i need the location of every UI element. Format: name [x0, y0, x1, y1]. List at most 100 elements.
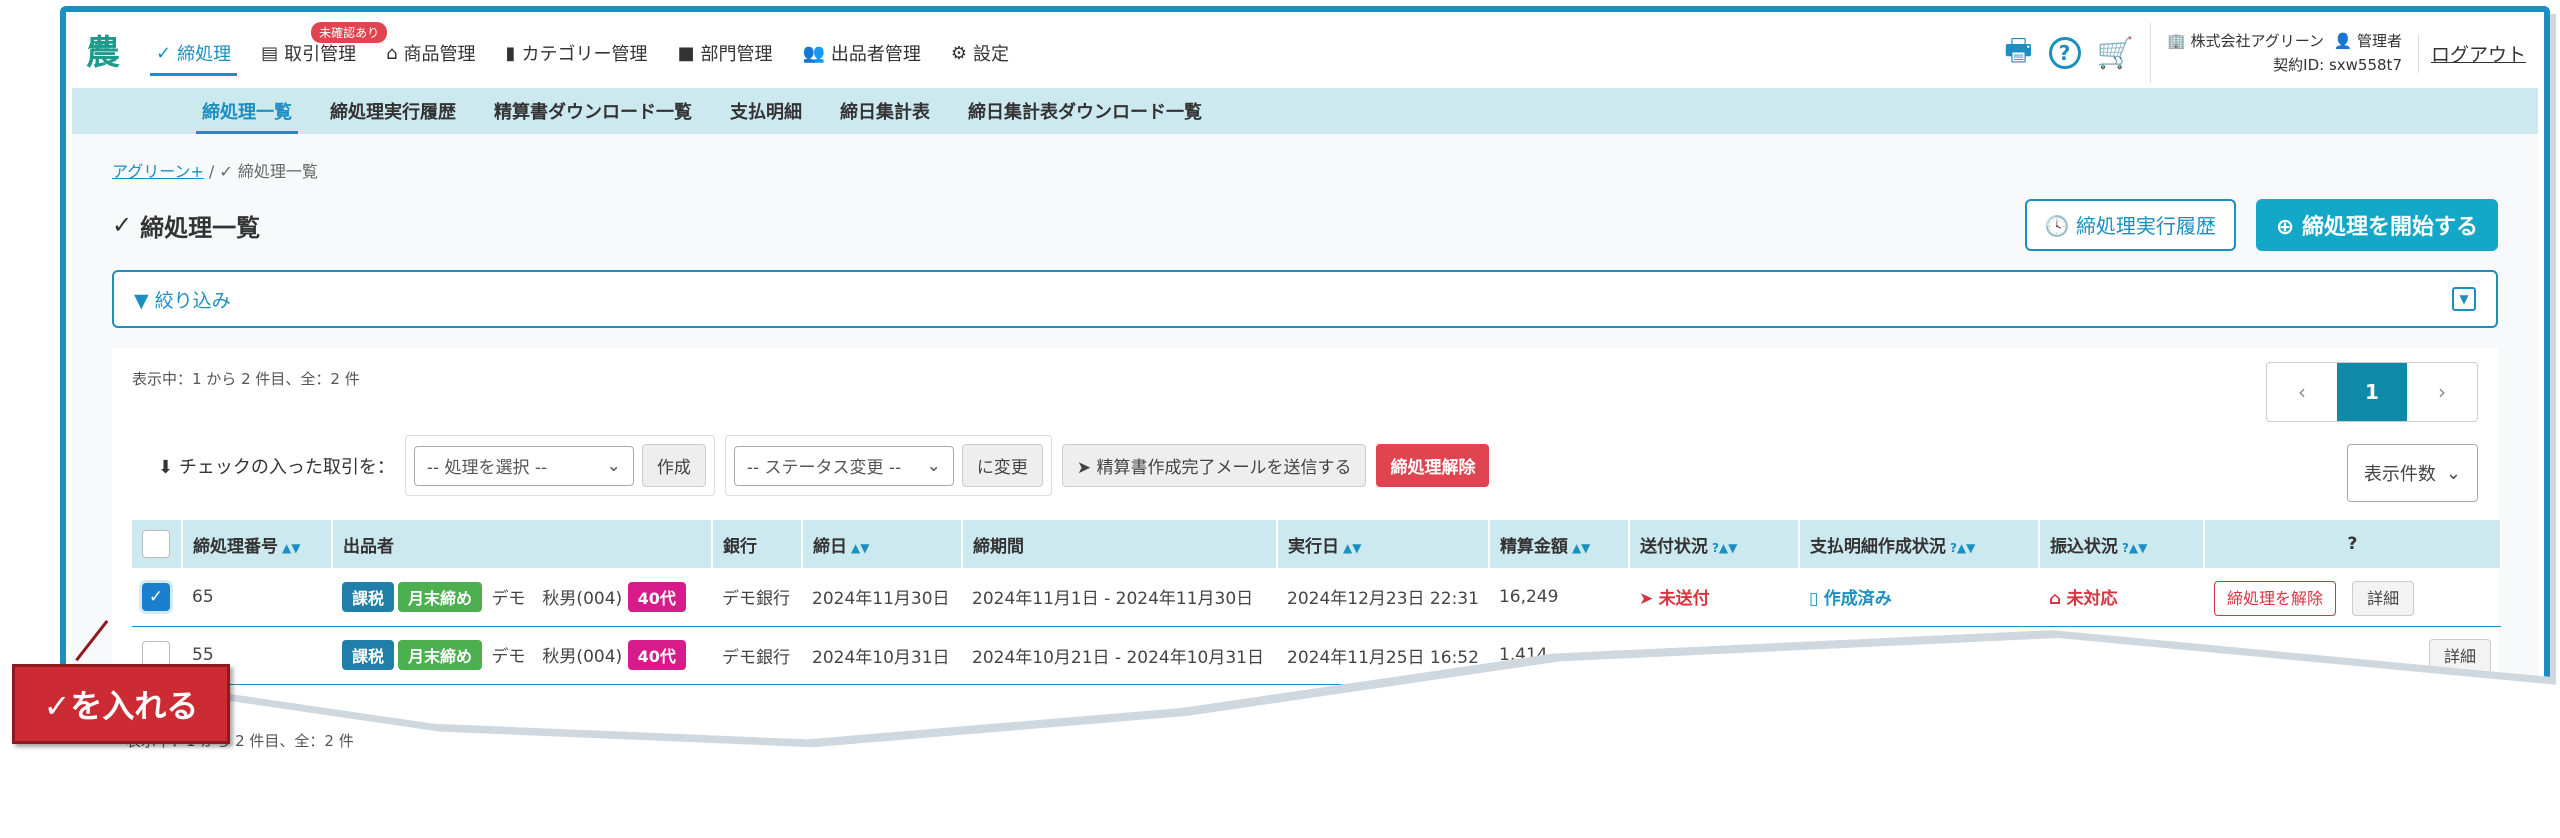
change-status-button[interactable]: に変更	[961, 444, 1043, 487]
sort-icon[interactable]: ?▲▼	[2122, 541, 2147, 555]
prev-page-button[interactable]: ‹	[2267, 363, 2337, 421]
per-page-select[interactable]: 表示件数 ⌄	[2346, 444, 2478, 502]
folder-icon: ■	[677, 42, 695, 64]
process-select-value: -- 処理を選択 --	[426, 458, 548, 478]
detail-button[interactable]: 詳細	[2352, 580, 2415, 616]
users-icon: 👥	[802, 42, 825, 64]
sort-icon[interactable]: ?▲▼	[1950, 541, 1975, 555]
col-label: 支払明細作成状況	[1809, 536, 1946, 557]
subnav-closing-list[interactable]: 締処理一覧	[196, 98, 298, 134]
col-amount[interactable]: 精算金額 ▲▼	[1488, 520, 1630, 568]
filter-panel[interactable]: ▼ 絞り込み ▼	[112, 270, 2498, 328]
cell-send-status: ➤ 未送付	[1628, 568, 1799, 627]
release-row-button[interactable]: 締処理を解除	[2213, 580, 2336, 616]
cell-transfer-status: ⌂ 未対応	[2038, 568, 2204, 627]
gear-icon: ⚙	[950, 42, 968, 64]
start-closing-button[interactable]: ⊕ 締処理を開始する	[2255, 199, 2498, 251]
col-send-status[interactable]: 送付状況 ?▲▼	[1628, 520, 1800, 568]
sort-icon[interactable]: ▲▼	[282, 541, 300, 555]
col-number[interactable]: 締処理番号 ▲▼	[182, 520, 333, 568]
breadcrumb-separator: /	[208, 162, 215, 181]
col-statement-status[interactable]: 支払明細作成状況 ?▲▼	[1798, 520, 2040, 568]
select-all-checkbox[interactable]	[142, 530, 170, 558]
next-page-button[interactable]: ›	[2407, 363, 2477, 421]
col-seller: 出品者	[332, 520, 713, 568]
help-icon[interactable]: ?	[2048, 37, 2081, 69]
subnav-summary-downloads[interactable]: 締日集計表ダウンロード一覧	[968, 98, 1202, 124]
col-label: 実行日	[1288, 536, 1339, 557]
bank-icon: ⌂	[2048, 647, 2062, 668]
page-title: ✓ 締処理一覧	[112, 208, 260, 243]
expand-icon[interactable]: ▼	[2452, 287, 2476, 311]
table-header-row: 締処理番号 ▲▼ 出品者 銀行 締日 ▲▼ 締期間 実行日 ▲▼ 精算金額 ▲▼ 送付状…	[132, 520, 2503, 568]
button-label: 締処理を開始する	[2301, 215, 2478, 240]
filter-header: ▼ 絞り込み	[134, 286, 231, 313]
sort-icon[interactable]: ▲▼	[851, 541, 869, 555]
nav-item-closing[interactable]: ✓ 締処理	[149, 18, 238, 88]
cell-period: 2024年11月1日 - 2024年11月30日	[962, 568, 1277, 627]
cell-bank: デモ銀行	[712, 568, 802, 627]
col-close-date[interactable]: 締日 ▲▼	[802, 520, 963, 568]
breadcrumb: アグリーン+ / ✓ 締処理一覧	[112, 158, 2498, 182]
transfer-status: 未対応	[2066, 647, 2118, 668]
page-1-button[interactable]: 1	[2337, 363, 2407, 421]
create-button[interactable]: 作成	[641, 444, 706, 487]
sort-icon[interactable]: ▲▼	[1572, 541, 1590, 555]
logout-link[interactable]: ログアウト	[2417, 33, 2538, 73]
basket-icon: ⌂	[386, 42, 398, 64]
document-icon: ▤	[261, 42, 279, 64]
col-executed[interactable]: 実行日 ▲▼	[1277, 520, 1490, 568]
process-select[interactable]: -- 処理を選択 -- ⌄	[413, 445, 634, 486]
nav-item-settings[interactable]: ⚙ 設定	[951, 18, 1009, 88]
chevron-down-icon: ⌄	[2445, 462, 2461, 484]
nav-item-sellers[interactable]: 👥 出品者管理	[802, 18, 920, 88]
col-label: 精算金額	[1499, 536, 1568, 557]
cell-statement-status: ▯ 作成済み	[1798, 568, 2039, 627]
subnav-closing-summary[interactable]: 締日集計表	[840, 98, 930, 124]
tax-tag: 課税	[342, 581, 395, 612]
plus-circle-icon: ⊕	[2275, 215, 2295, 240]
per-page-label: 表示件数	[2363, 464, 2436, 485]
contract-id: 契約ID: sxw558t7	[2273, 56, 2402, 74]
paper-plane-icon: ➤	[1076, 458, 1092, 478]
bulk-label-text: チェックの入った取引を：	[178, 456, 395, 478]
nav-item-transactions[interactable]: 未確認あり ▤ 取引管理	[261, 18, 388, 88]
sort-icon[interactable]: ?▲▼	[1712, 541, 1737, 555]
printer-icon[interactable]: 🖶	[2004, 28, 2032, 79]
release-closing-button[interactable]: 締処理解除	[1376, 444, 1490, 487]
col-transfer-status[interactable]: 振込状況 ?▲▼	[2038, 520, 2205, 568]
check-circle-icon: ✓	[156, 42, 172, 64]
status-select[interactable]: -- ステータス変更 -- ⌄	[733, 445, 954, 486]
check-circle-icon: ✓	[112, 211, 133, 239]
row-checkbox-checked[interactable]: ✓	[142, 582, 170, 611]
top-right-area: 🖶 ? 🛒 🏢 株式会社アグリーン 👤 管理者 契約ID: sxw558t7 ロ…	[2004, 18, 2538, 88]
page-title-text: 締処理一覧	[140, 213, 261, 242]
cart-icon[interactable]: 🛒	[2097, 36, 2134, 71]
chevron-down-icon: ⌄	[606, 455, 621, 476]
cell-close-date: 2024年11月30日	[802, 568, 962, 627]
cell-period: 2024年10月21日 - 2024年10月31日	[962, 626, 1277, 685]
send-mail-button[interactable]: ➤ 精算書作成完了メールを送信する	[1061, 444, 1367, 487]
nav-item-categories[interactable]: ▮ カテゴリー管理	[506, 18, 648, 88]
filter-label: 絞り込み	[154, 289, 231, 312]
seller-name: デモ 秋男(004)	[491, 588, 623, 609]
button-label: 精算書作成完了メールを送信する	[1096, 458, 1352, 478]
breadcrumb-home[interactable]: アグリーン+	[112, 162, 204, 181]
nav-item-products[interactable]: ⌂ 商品管理	[386, 18, 475, 88]
subnav-statement-downloads[interactable]: 精算書ダウンロード一覧	[494, 98, 692, 124]
nav-item-departments[interactable]: ■ 部門管理	[677, 18, 772, 88]
bank-icon: ⌂	[2048, 589, 2062, 610]
subnav-execution-history[interactable]: 締処理実行履歴	[330, 98, 456, 124]
user-name: 管理者	[2356, 32, 2402, 50]
subnav-payment-details[interactable]: 支払明細	[730, 98, 802, 124]
cell-close-date: 2024年10月31日	[802, 626, 962, 685]
cell-seller: 課税 月末締め デモ 秋男(004) 40代	[332, 568, 712, 627]
age-tag: 40代	[627, 640, 686, 670]
logo[interactable]: AGRI+ 農	[86, 31, 126, 75]
execution-history-button[interactable]: 🕓 締処理実行履歴	[2024, 199, 2236, 251]
account-info: 🏢 株式会社アグリーン 👤 管理者 契約ID: sxw558t7	[2167, 29, 2402, 77]
bulk-action-row: ⬇ チェックの入った取引を： -- 処理を選択 -- ⌄ 作成 -- ステータス…	[132, 435, 2478, 496]
book-icon: ▮	[505, 42, 516, 64]
pagination: ‹ 1 ›	[2266, 362, 2478, 422]
sort-icon[interactable]: ▲▼	[1343, 541, 1361, 555]
